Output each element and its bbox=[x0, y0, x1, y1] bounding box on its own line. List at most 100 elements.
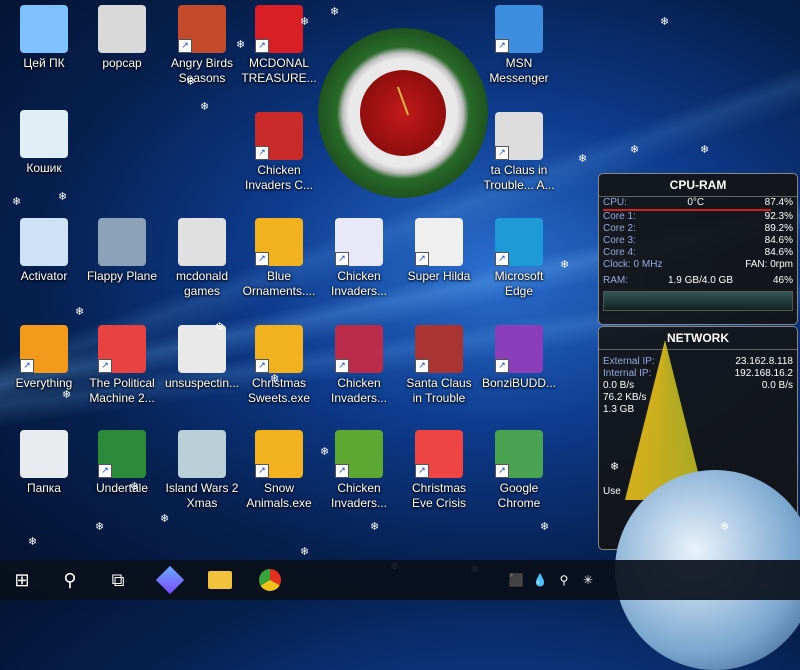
core-value: 92.3% bbox=[764, 211, 793, 222]
angry-birds-shortcut[interactable]: ↗ Angry Birds Seasons bbox=[163, 5, 241, 86]
icon-label: Santa Claus in Trouble bbox=[406, 376, 472, 405]
shortcut-arrow-icon: ↗ bbox=[255, 146, 269, 160]
shortcut-arrow-icon: ↗ bbox=[255, 464, 269, 478]
chicken-invaders-1-shortcut[interactable]: ↗ Chicken Invaders... bbox=[320, 218, 398, 299]
file-explorer-button[interactable] bbox=[198, 560, 242, 600]
chrome-icon bbox=[259, 569, 281, 591]
snowflake-icon: ❄ bbox=[95, 521, 105, 533]
island-wars-icon bbox=[178, 430, 226, 478]
christmas-sweets-shortcut[interactable]: ↗ Christmas Sweets.exe bbox=[240, 325, 318, 406]
tray-icon-2[interactable]: 💧 bbox=[528, 560, 552, 600]
unsuspecting-folder-icon bbox=[178, 325, 226, 373]
shortcut-arrow-icon: ↗ bbox=[255, 359, 269, 373]
christmas-clock-widget[interactable] bbox=[318, 28, 488, 198]
blue-ornaments-shortcut[interactable]: ↗ Blue Ornaments.... bbox=[240, 218, 318, 299]
tray-icon-4[interactable]: ✳ bbox=[576, 560, 600, 600]
christmas-sweets-icon: ↗ bbox=[255, 325, 303, 373]
santa-claus-trouble-shortcut[interactable]: ↗ Santa Claus in Trouble bbox=[400, 325, 478, 406]
tray-app-icon: ⬛ bbox=[508, 573, 524, 587]
activator-shortcut[interactable]: Activator bbox=[5, 218, 83, 284]
drop-icon: 💧 bbox=[532, 573, 548, 587]
total-row: 1.3 GB bbox=[603, 404, 635, 415]
activator-icon bbox=[20, 218, 68, 266]
recycle-bin-icon bbox=[20, 110, 68, 158]
shortcut-arrow-icon: ↗ bbox=[335, 359, 349, 373]
snow-tray-icon: ✳ bbox=[582, 573, 594, 587]
icon-label: Angry Birds Seasons bbox=[170, 56, 234, 85]
unsuspecting-folder-shortcut[interactable]: unsuspectin... bbox=[163, 325, 241, 391]
shortcut-arrow-icon: ↗ bbox=[495, 359, 509, 373]
chicken-invaders-3-shortcut[interactable]: ↗ Chicken Invaders... bbox=[320, 430, 398, 511]
island-wars-shortcut[interactable]: Island Wars 2 Xmas bbox=[163, 430, 241, 511]
network-title: NETWORK bbox=[599, 327, 797, 350]
tray-icon-1[interactable]: ⬛ bbox=[504, 560, 528, 600]
msn-messenger-shortcut[interactable]: ↗ MSN Messenger bbox=[480, 5, 558, 86]
core-row: Core 2: 89.2% bbox=[599, 223, 797, 235]
snowflake-icon: ❄ bbox=[28, 536, 38, 548]
icon-label: Christmas Sweets.exe bbox=[247, 376, 311, 405]
snowflake-icon: ❄ bbox=[560, 259, 570, 271]
icon-label: MCDONAL TREASURE... bbox=[241, 56, 317, 85]
copilot-button[interactable] bbox=[148, 560, 192, 600]
everything-shortcut[interactable]: ↗ Everything bbox=[5, 325, 83, 391]
santa-claus-trouble-a-shortcut[interactable]: ↗ ta Claus in Trouble... A... bbox=[480, 112, 558, 193]
icon-label: Chicken Invaders... bbox=[330, 481, 388, 510]
taskbar: ⊞ ⚲ ⧉ ⬛ 💧 ⚲ ✳ bbox=[0, 560, 800, 600]
shortcut-arrow-icon: ↗ bbox=[98, 359, 112, 373]
shortcut-arrow-icon: ↗ bbox=[415, 252, 429, 266]
tray-icon-3[interactable]: ⚲ bbox=[552, 560, 576, 600]
snowflake-icon: ❄ bbox=[370, 521, 380, 533]
snowflake-icon: ❄ bbox=[75, 306, 85, 318]
snow-animals-shortcut[interactable]: ↗ Snow Animals.exe bbox=[240, 430, 318, 511]
search-button[interactable]: ⚲ bbox=[48, 560, 92, 600]
microsoft-edge-icon: ↗ bbox=[495, 218, 543, 266]
snowflake-icon: ❄ bbox=[12, 196, 22, 208]
chicken-invaders-1-icon: ↗ bbox=[335, 218, 383, 266]
folder-shortcut[interactable]: Папка bbox=[5, 430, 83, 496]
recycle-bin-shortcut[interactable]: Кошик bbox=[5, 110, 83, 176]
undertale-shortcut[interactable]: ↗ Undertale bbox=[83, 430, 161, 496]
core-label: Core 1: bbox=[603, 211, 636, 222]
core-value: 84.6% bbox=[764, 247, 793, 258]
microsoft-edge-shortcut[interactable]: ↗ Microsoft Edge bbox=[480, 218, 558, 299]
flappy-plane-icon bbox=[98, 218, 146, 266]
chrome-taskbar-button[interactable] bbox=[248, 560, 292, 600]
icon-label: Island Wars 2 Xmas bbox=[165, 481, 239, 510]
icon-label: Кошик bbox=[26, 161, 62, 175]
icon-label: Microsoft Edge bbox=[494, 269, 544, 298]
google-chrome-shortcut[interactable]: ↗ Google Chrome bbox=[480, 430, 558, 511]
popcap-shortcut[interactable]: popcap bbox=[83, 5, 161, 71]
icon-label: Blue Ornaments.... bbox=[242, 269, 316, 298]
rate-row: 76.2 KB/s bbox=[603, 392, 647, 403]
icon-label: MSN Messenger bbox=[489, 56, 549, 85]
cpu-ram-gadget[interactable]: CPU-RAM CPU: 0°C 87.4% Core 1: 92.3% Core … bbox=[598, 173, 798, 325]
christmas-eve-crisis-shortcut[interactable]: ↗ Christmas Eve Crisis bbox=[400, 430, 478, 511]
flappy-plane-shortcut[interactable]: Flappy Plane bbox=[83, 218, 161, 284]
icon-label: popcap bbox=[102, 56, 142, 70]
task-view-button[interactable]: ⧉ bbox=[96, 560, 140, 600]
shortcut-arrow-icon: ↗ bbox=[495, 252, 509, 266]
mcdonald-treasure-shortcut[interactable]: ↗ MCDONAL TREASURE... bbox=[240, 5, 318, 86]
this-pc-shortcut[interactable]: Цей ПК bbox=[5, 5, 83, 71]
icon-label: Цей ПК bbox=[23, 56, 65, 70]
political-machine-shortcut[interactable]: ↗ The Political Machine 2... bbox=[83, 325, 161, 406]
bonzibuddy-shortcut[interactable]: ↗ BonziBUDD... bbox=[480, 325, 558, 391]
super-hilda-shortcut[interactable]: ↗ Super Hilda bbox=[400, 218, 478, 284]
shortcut-arrow-icon: ↗ bbox=[495, 39, 509, 53]
christmas-eve-crisis-icon: ↗ bbox=[415, 430, 463, 478]
mcdonald-games-folder-shortcut[interactable]: mcdonald games bbox=[163, 218, 241, 299]
chicken-invaders-c-shortcut[interactable]: ↗ Chicken Invaders C... bbox=[240, 112, 318, 193]
icon-label: BonziBUDD... bbox=[481, 376, 557, 390]
bonzibuddy-icon: ↗ bbox=[495, 325, 543, 373]
icon-label: Snow Animals.exe bbox=[246, 481, 312, 510]
chicken-invaders-2-shortcut[interactable]: ↗ Chicken Invaders... bbox=[320, 325, 398, 406]
core-label: Core 3: bbox=[603, 235, 636, 246]
icon-label: Undertale bbox=[95, 481, 149, 495]
icon-label: Flappy Plane bbox=[86, 269, 158, 283]
mcdonald-treasure-icon: ↗ bbox=[255, 5, 303, 53]
popcap-icon bbox=[98, 5, 146, 53]
search-tray-icon: ⚲ bbox=[559, 573, 569, 587]
cores-list: Core 1: 92.3% Core 2: 89.2% Core 3: 84.6% Core… bbox=[599, 211, 797, 259]
icon-label: Everything bbox=[15, 376, 73, 390]
start-button[interactable]: ⊞ bbox=[0, 560, 44, 600]
